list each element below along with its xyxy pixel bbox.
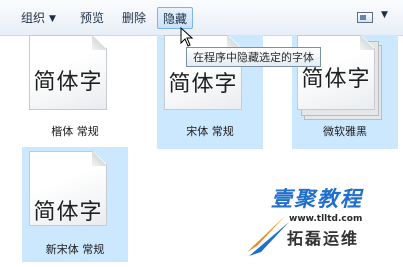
font-name-label: 宋体 常规 (186, 125, 234, 138)
font-sample-text: 简体字 (33, 200, 103, 225)
font-name-label: 微软雅黑 (323, 125, 367, 138)
watermark-url: www.tlltd.com (289, 214, 363, 224)
watermark-subtitle: 拓磊运维 (287, 229, 360, 248)
font-sample-text: 简体字 (33, 70, 103, 95)
font-preview-icon: 简体字 (29, 151, 107, 226)
view-options-chevron-down-icon[interactable]: ▼ (381, 10, 388, 20)
watermark: 壹聚教程 www.tlltd.com 拓磊运维 (245, 180, 400, 264)
font-preview-icon: 简体字 (29, 35, 107, 110)
mouse-cursor-icon (180, 27, 194, 47)
organize-button[interactable]: 组织 ▼ (18, 7, 59, 29)
preview-button[interactable]: 预览 (77, 7, 107, 29)
font-item-kaiti[interactable]: 简体字 楷体 常规 (22, 35, 128, 149)
tooltip: 在程序中隐藏选定的字体 (186, 47, 321, 67)
delete-button[interactable]: 删除 (119, 7, 149, 29)
change-view-icon[interactable] (357, 12, 373, 23)
command-bar: 组织 ▼ 预览 删除 隐藏 ▼ (0, 0, 403, 36)
font-name-label: 新宋体 常规 (45, 243, 105, 256)
font-name-label: 楷体 常规 (51, 125, 99, 138)
watermark-brand: 壹聚教程 (271, 187, 363, 211)
hide-button[interactable]: 隐藏 (157, 7, 194, 29)
font-sample-text: 简体字 (168, 72, 238, 97)
organize-label: 组织 (21, 11, 46, 25)
chevron-down-icon: ▼ (49, 14, 56, 24)
font-item-nsimsun[interactable]: 简体字 新宋体 常规 (22, 147, 128, 262)
